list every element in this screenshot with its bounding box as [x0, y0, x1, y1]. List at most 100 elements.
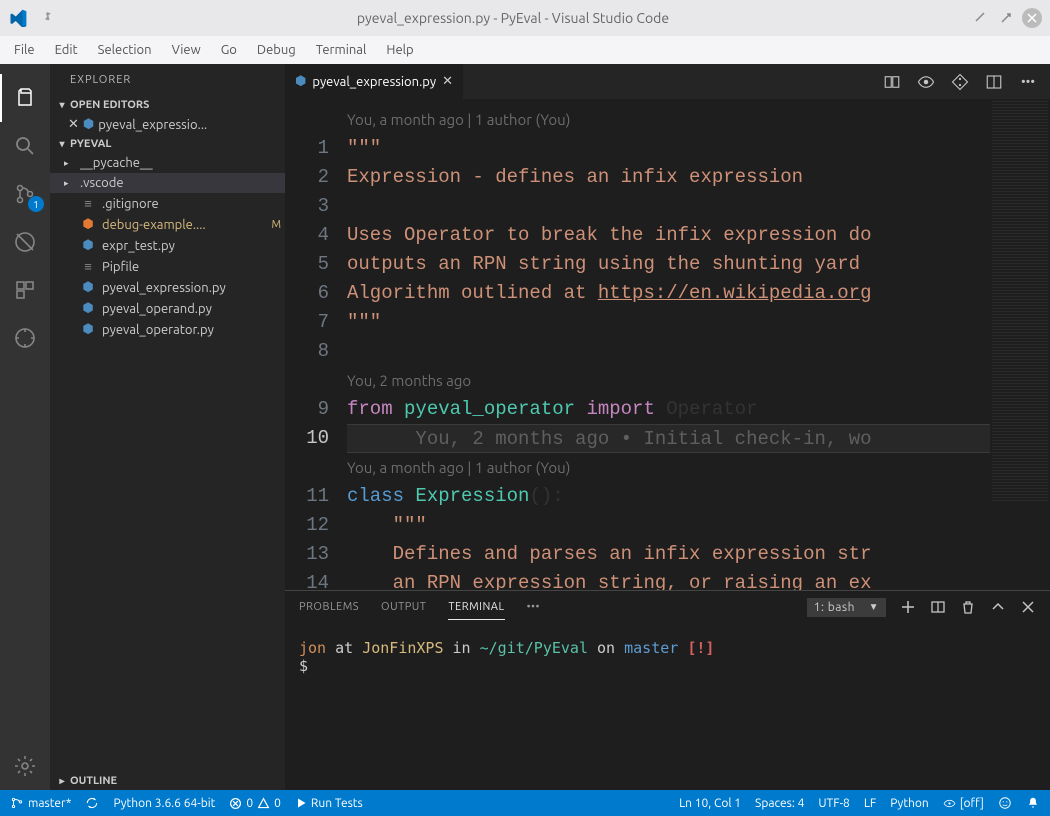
editor-main: ⬢ pyeval_expression.py ✕ ••• 12345678 91… — [285, 64, 1050, 790]
panel-tabs: PROBLEMS OUTPUT TERMINAL ••• 1: bash ▼ — [285, 591, 1050, 623]
status-spaces[interactable]: Spaces: 4 — [755, 797, 804, 810]
panel-tab-problems[interactable]: PROBLEMS — [299, 595, 359, 619]
activity-test[interactable] — [0, 314, 50, 362]
window-title: pyeval_expression.py - PyEval - Visual S… — [64, 10, 962, 26]
pin-icon[interactable] — [36, 8, 56, 28]
maximize-panel-icon[interactable] — [990, 599, 1006, 615]
file-item[interactable]: ≡.gitignore — [50, 193, 285, 214]
panel-tab-output[interactable]: OUTPUT — [381, 595, 426, 619]
activity-scm[interactable]: 1 — [0, 170, 50, 218]
bottom-panel: PROBLEMS OUTPUT TERMINAL ••• 1: bash ▼ — [285, 590, 1050, 790]
chevron-right-icon: ▸ — [64, 178, 74, 189]
file-icon: ⬢ — [80, 280, 96, 295]
preview-icon[interactable] — [916, 72, 936, 92]
split-icon[interactable] — [984, 72, 1004, 92]
menu-edit[interactable]: Edit — [45, 39, 88, 61]
file-item[interactable]: ⬢pyeval_operand.py — [50, 298, 285, 319]
kill-terminal-icon[interactable] — [960, 599, 976, 615]
activity-settings[interactable] — [0, 742, 50, 790]
term-status: [!] — [687, 639, 714, 657]
sidebar-title: EXPLORER — [50, 64, 285, 96]
status-encoding[interactable]: UTF-8 — [818, 797, 849, 810]
file-icon: ≡ — [80, 259, 96, 274]
term-prompt: $ — [299, 657, 308, 675]
folder-item[interactable]: ▸.vscode — [50, 173, 285, 193]
terminal-selector[interactable]: 1: bash ▼ — [807, 598, 886, 617]
menu-go[interactable]: Go — [211, 39, 247, 61]
activity-explorer[interactable] — [0, 74, 50, 122]
git-icon[interactable] — [950, 72, 970, 92]
file-item[interactable]: ⬢pyeval_expression.py — [50, 277, 285, 298]
menu-terminal[interactable]: Terminal — [306, 39, 377, 61]
new-terminal-icon[interactable] — [900, 599, 916, 615]
tabs-row: ⬢ pyeval_expression.py ✕ ••• — [285, 64, 1050, 99]
menubar: File Edit Selection View Go Debug Termin… — [0, 36, 1050, 64]
file-item[interactable]: ≡Pipfile — [50, 256, 285, 277]
sidebar: EXPLORER ▾ OPEN EDITORS ✕ ⬢ pyeval_expre… — [50, 64, 285, 790]
status-python[interactable]: Python 3.6.6 64-bit — [113, 797, 215, 810]
status-problems[interactable]: 0 0 — [229, 797, 281, 810]
chevron-down-icon: ▾ — [54, 138, 70, 150]
panel-actions: 1: bash ▼ — [807, 598, 1036, 617]
status-sync[interactable] — [85, 796, 99, 810]
status-run-tests[interactable]: Run Tests — [295, 797, 363, 810]
more-icon[interactable]: ••• — [1018, 72, 1038, 92]
outline-label: OUTLINE — [70, 775, 117, 787]
terminal-body[interactable]: jon at JonFinXPS in ~/git/PyEval on mast… — [285, 623, 1050, 790]
file-icon: ⬢ — [80, 301, 96, 316]
tab-active[interactable]: ⬢ pyeval_expression.py ✕ — [285, 64, 464, 99]
panel-tab-terminal[interactable]: TERMINAL — [448, 595, 504, 620]
minimize-icon[interactable] — [970, 8, 990, 28]
file-item[interactable]: ⬢pyeval_operator.py — [50, 319, 285, 340]
open-editor-filename: pyeval_expressio... — [98, 118, 207, 132]
terminal-selector-label: 1: bash — [814, 601, 855, 614]
status-live[interactable]: [off] — [943, 797, 984, 810]
open-editor-item[interactable]: ✕ ⬢ pyeval_expressio... — [50, 114, 285, 135]
status-eol[interactable]: LF — [864, 797, 876, 810]
term-user: jon — [299, 639, 326, 657]
open-editors-header[interactable]: ▾ OPEN EDITORS — [50, 96, 285, 114]
activity-extensions[interactable] — [0, 266, 50, 314]
activity-bar: 1 — [0, 64, 50, 790]
python-file-icon: ⬢ — [83, 117, 94, 132]
vscode-icon — [8, 8, 28, 28]
activity-debug[interactable] — [0, 218, 50, 266]
line-gutter: 12345678 910 11121314 — [285, 99, 347, 590]
chevron-right-icon: ▸ — [54, 775, 70, 787]
menu-selection[interactable]: Selection — [88, 39, 162, 61]
split-terminal-icon[interactable] — [930, 599, 946, 615]
menu-debug[interactable]: Debug — [247, 39, 306, 61]
close-icon[interactable] — [1022, 8, 1042, 28]
folder-item[interactable]: ▸__pycache__ — [50, 153, 285, 173]
activity-search[interactable] — [0, 122, 50, 170]
statusbar: master* Python 3.6.6 64-bit 0 0 Run Test… — [0, 790, 1050, 816]
status-lang[interactable]: Python — [890, 797, 929, 810]
status-position[interactable]: Ln 10, Col 1 — [679, 797, 741, 810]
file-item[interactable]: ⬢debug-example....M — [50, 214, 285, 235]
chevron-down-icon: ▾ — [54, 99, 70, 111]
compare-icon[interactable] — [882, 72, 902, 92]
file-icon: ⬢ — [80, 238, 96, 253]
file-tree: ▸__pycache__▸.vscode≡.gitignore⬢debug-ex… — [50, 153, 285, 340]
close-editor-icon[interactable]: ✕ — [68, 117, 79, 132]
status-feedback[interactable] — [998, 796, 1012, 810]
status-bell[interactable] — [1026, 796, 1040, 810]
open-editors-label: OPEN EDITORS — [70, 99, 149, 111]
menu-file[interactable]: File — [4, 39, 45, 61]
term-branch: master — [624, 639, 678, 657]
minimap[interactable] — [990, 99, 1050, 590]
maximize-icon[interactable] — [996, 8, 1016, 28]
status-branch[interactable]: master* — [10, 796, 71, 810]
menu-help[interactable]: Help — [376, 39, 423, 61]
code-content[interactable]: You, a month ago | 1 author (You)"""Expr… — [347, 99, 990, 590]
file-item[interactable]: ⬢expr_test.py — [50, 235, 285, 256]
project-header[interactable]: ▾ PYEVAL — [50, 135, 285, 153]
close-tab-icon[interactable]: ✕ — [442, 74, 453, 89]
outline-header[interactable]: ▸ OUTLINE — [50, 772, 285, 790]
editor-area[interactable]: 12345678 910 11121314 You, a month ago |… — [285, 99, 1050, 590]
project-label: PYEVAL — [70, 138, 111, 150]
panel-tab-more[interactable]: ••• — [527, 595, 540, 619]
close-panel-icon[interactable] — [1020, 599, 1036, 615]
app-body: 1 EXPLORER ▾ OPEN EDITORS ✕ ⬢ pyeval_exp… — [0, 64, 1050, 790]
menu-view[interactable]: View — [162, 39, 211, 61]
